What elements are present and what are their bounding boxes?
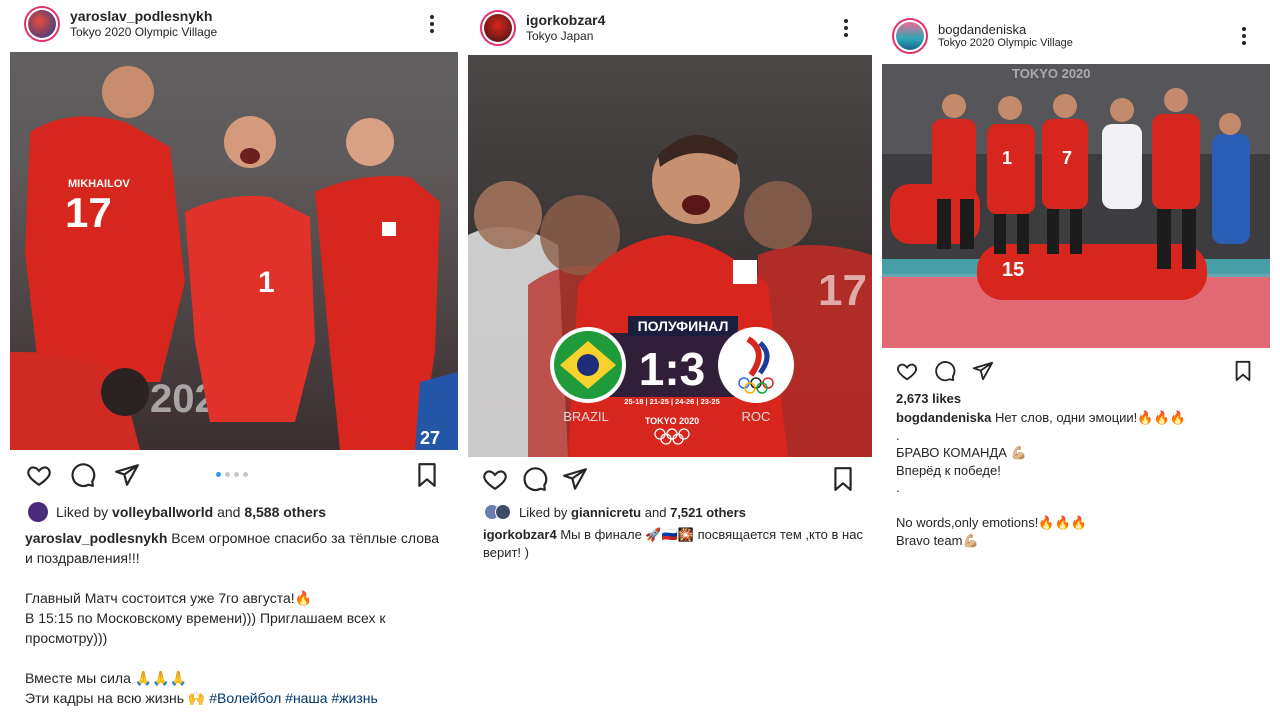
liked-by-and: and [217,504,241,520]
jersey-number-text: 1 [258,266,275,299]
comment-icon[interactable] [522,466,548,492]
liked-by-label: Liked by [56,504,109,520]
carousel-indicator [216,472,248,477]
post-header: igorkobzar4 Tokyo Japan [468,8,872,48]
bookmark-icon[interactable] [1232,360,1254,382]
liked-by-user[interactable]: volleyballworld [112,504,213,520]
liker-avatar[interactable] [495,504,511,520]
more-options-icon[interactable] [1234,24,1254,48]
caption-username[interactable]: igorkobzar4 [483,527,557,542]
bookmark-icon[interactable] [414,462,440,488]
post-bogdandeniska: bogdandeniska Tokyo 2020 Olympic Village… [882,0,1270,720]
liked-by-others[interactable]: 7,521 others [670,505,746,520]
caption-text: Нет слов, одни эмоции!🔥🔥🔥 . БРАВО КОМАНД… [896,410,1186,548]
post-yaroslav: yaroslav_podlesnykh Tokyo 2020 Olympic V… [10,0,458,720]
likes-summary: Liked by volleyballworld and 8,588 other… [28,502,326,522]
jersey-number-text: 17 [65,189,112,236]
likes-count[interactable]: 2,673 likes [896,391,961,406]
stage-text: ПОЛУФИНАЛ [638,318,729,334]
caption-username[interactable]: yaroslav_podlesnykh [25,530,167,546]
share-icon[interactable] [562,466,588,492]
caption: bogdandeniska Нет слов, одни эмоции!🔥🔥🔥 … [896,409,1256,549]
post-photo[interactable]: TOKYO 2020 1 7 15 [882,64,1270,348]
liked-by-and: and [644,504,667,520]
post-photo[interactable]: 2020 MIKHAILOV 17 1 27 [10,52,458,450]
team-right-text: ROC [742,409,771,424]
share-icon[interactable] [972,360,994,382]
jersey-number-text: 17 [818,266,867,315]
jersey-number-text: 1 [1002,148,1012,168]
heart-icon[interactable] [26,462,52,488]
score-text: 1:3 [639,343,705,395]
volleyball-team-celebration-image: 2020 MIKHAILOV 17 1 27 [10,52,458,450]
team-celebration-court-image: TOKYO 2020 1 7 15 [882,64,1270,348]
location[interactable]: Tokyo 2020 Olympic Village [938,37,1073,50]
team-left-text: BRAZIL [563,409,609,424]
jersey-number-text: 27 [420,428,440,448]
liker-avatar[interactable] [28,502,48,522]
heart-icon[interactable] [896,360,918,382]
backdrop-text: TOKYO 2020 [1012,66,1091,81]
comment-icon[interactable] [70,462,96,488]
post-photo[interactable]: 17 ПОЛУФИНАЛ 1:3 25-18 | 21-25 | 24-26 |… [468,55,872,457]
liked-by-others[interactable]: 8,588 others [244,504,326,520]
jersey-number-text: 15 [1002,259,1024,281]
avatar[interactable] [480,10,516,46]
event-text: TOKYO 2020 [645,416,699,426]
heart-icon[interactable] [482,466,508,492]
more-options-icon[interactable] [836,16,856,40]
likes-summary: Liked by giannicretu and 7,521 others [484,504,746,520]
avatar[interactable] [892,18,928,54]
location[interactable]: Tokyo 2020 Olympic Village [70,25,217,39]
caption: igorkobzar4 Мы в финале 🚀🇷🇺🎇 посвящается… [483,526,863,562]
username[interactable]: igorkobzar4 [526,12,605,29]
liked-by-label: Liked by [519,504,568,520]
username[interactable]: yaroslav_podlesnykh [70,8,217,25]
bookmark-icon[interactable] [830,466,856,492]
hashtags[interactable]: #Волейбол #наша #жизнь [209,690,378,706]
more-options-icon[interactable] [422,12,442,36]
caption: yaroslav_podlesnykh Всем огромное спасиб… [25,528,445,708]
comment-icon[interactable] [934,360,956,382]
sets-text: 25-18 | 21-25 | 24-26 | 23-25 [624,397,720,406]
location[interactable]: Tokyo Japan [526,29,605,43]
post-igorkobzar: igorkobzar4 Tokyo Japan 17 ПОЛУФИНАЛ 1:3… [468,0,872,720]
post-header: bogdandeniska Tokyo 2020 Olympic Village [882,16,1270,56]
caption-username[interactable]: bogdandeniska [896,410,991,425]
avatar[interactable] [24,6,60,42]
semifinal-score-image: 17 ПОЛУФИНАЛ 1:3 25-18 | 21-25 | 24-26 |… [468,55,872,457]
post-header: yaroslav_podlesnykh Tokyo 2020 Olympic V… [10,4,458,44]
share-icon[interactable] [114,462,140,488]
username[interactable]: bogdandeniska [938,22,1073,38]
caption-text: Всем огромное спасибо за тёплые слова и … [25,530,440,706]
liked-by-user[interactable]: giannicretu [571,505,641,520]
jersey-number-text: 7 [1062,148,1072,168]
